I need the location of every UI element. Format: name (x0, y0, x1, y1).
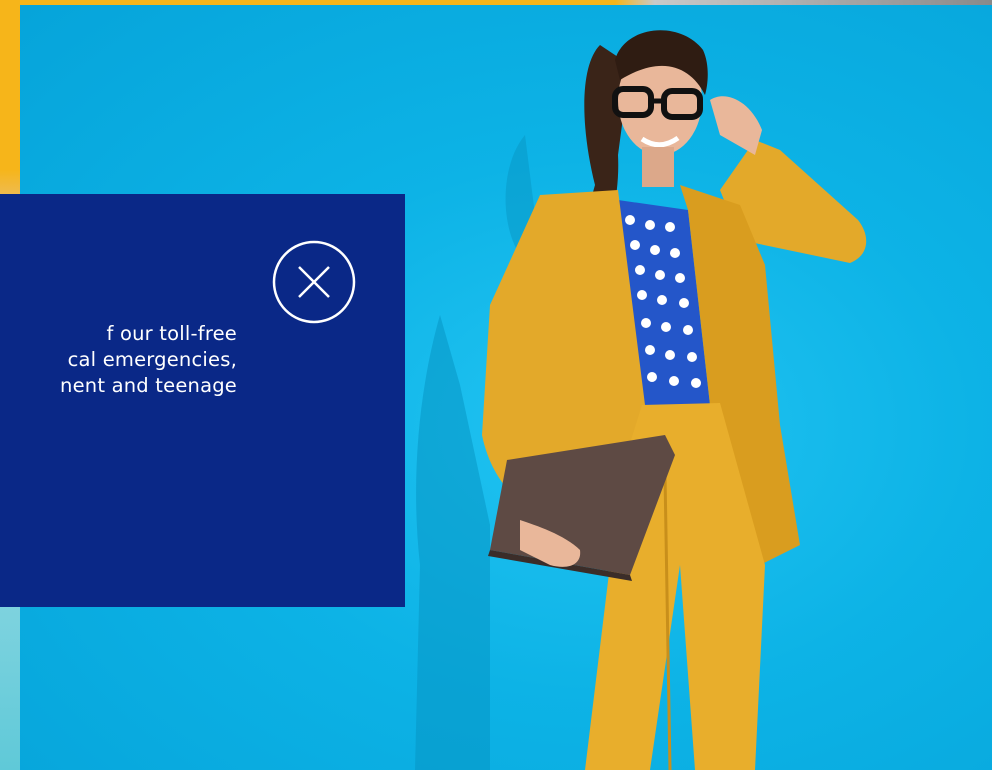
neck (642, 147, 674, 187)
hand-raised (710, 96, 762, 155)
wall-shadow (415, 315, 490, 770)
modal-text-line: cal emergencies, (67, 348, 237, 371)
modal-text-line: nent and teenage (60, 374, 237, 397)
info-modal: f our toll-free cal emergencies, nent an… (0, 194, 405, 607)
modal-text-line: f our toll-free (106, 322, 237, 345)
close-icon[interactable] (272, 240, 356, 324)
close-button[interactable] (272, 240, 356, 324)
modal-body-text: f our toll-free cal emergencies, nent an… (0, 321, 237, 399)
page: f our toll-free cal emergencies, nent an… (0, 0, 992, 770)
